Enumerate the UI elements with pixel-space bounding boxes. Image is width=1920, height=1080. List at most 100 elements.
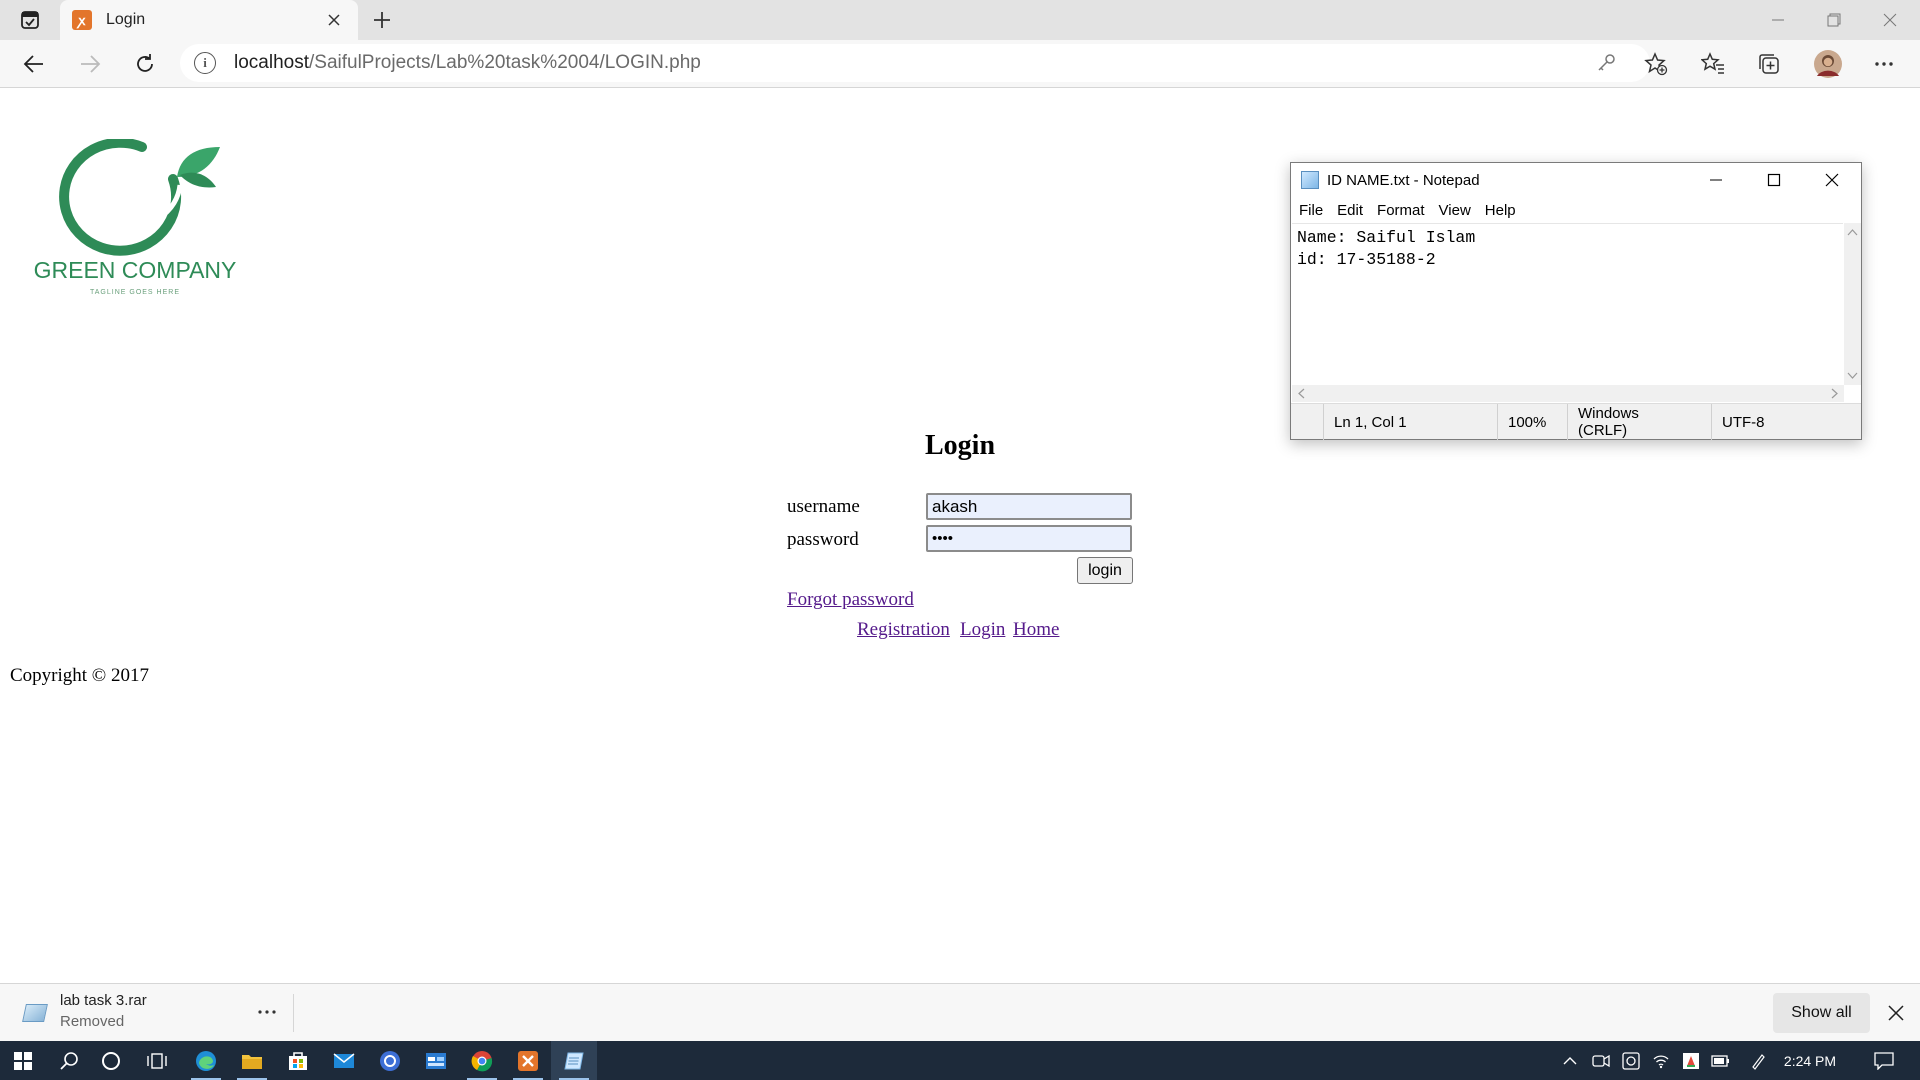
- add-favorite-button[interactable]: [1636, 46, 1676, 82]
- search-button[interactable]: [46, 1041, 92, 1080]
- menu-file[interactable]: File: [1299, 202, 1323, 219]
- key-icon[interactable]: [1596, 53, 1616, 77]
- close-icon: [1883, 13, 1897, 27]
- download-more-button[interactable]: [252, 998, 282, 1026]
- notepad-window: ID NAME.txt - Notepad File Edit Format V…: [1290, 162, 1862, 440]
- forward-arrow-icon: [81, 55, 101, 73]
- chevron-up-icon: [1563, 1056, 1577, 1064]
- restore-icon: [1827, 13, 1841, 27]
- xampp-icon: [518, 1050, 538, 1071]
- favorites-icon: [1701, 52, 1724, 74]
- text-line: Name: Saiful Islam: [1297, 228, 1476, 247]
- cortana-icon: [102, 1051, 120, 1070]
- minimize-button[interactable]: [1750, 0, 1806, 40]
- star-add-icon: [1644, 52, 1668, 76]
- notepad-text-area[interactable]: Name: Saiful Islam id: 17-35188-2: [1292, 223, 1843, 385]
- taskbar-app-circle[interactable]: [367, 1041, 413, 1080]
- url-text[interactable]: localhost/SaifulProjects/Lab%20task%2004…: [234, 52, 701, 74]
- new-tab-button[interactable]: [368, 6, 396, 34]
- notepad-minimize-button[interactable]: [1687, 163, 1745, 197]
- start-button[interactable]: [0, 1041, 46, 1080]
- username-label: username: [787, 496, 860, 517]
- tray-wifi-icon[interactable]: [1648, 1041, 1674, 1080]
- search-icon: [60, 1051, 78, 1070]
- tray-meet-now-icon[interactable]: [1588, 1041, 1614, 1080]
- back-button[interactable]: [14, 46, 54, 82]
- tab-close-icon[interactable]: [322, 8, 346, 32]
- taskbar-vscode-like-app[interactable]: [413, 1041, 459, 1080]
- notepad-maximize-button[interactable]: [1745, 163, 1803, 197]
- download-bar: lab task 3.rar Removed Show all: [0, 983, 1920, 1041]
- screen: ꭗ Login i localhost/SaifulProjects/Lab%2…: [0, 0, 1920, 1080]
- username-input[interactable]: akash: [926, 493, 1132, 520]
- tab-actions-button[interactable]: [12, 6, 48, 34]
- taskbar-store[interactable]: [275, 1041, 321, 1080]
- registration-link[interactable]: Registration: [857, 619, 950, 641]
- vertical-scrollbar[interactable]: [1844, 223, 1861, 385]
- menu-help[interactable]: Help: [1485, 202, 1516, 219]
- mail-icon: [333, 1052, 355, 1068]
- app-window-icon: [426, 1052, 446, 1069]
- home-link[interactable]: Home: [1013, 619, 1059, 641]
- forgot-password-link[interactable]: Forgot password: [787, 589, 914, 611]
- task-view-icon: [147, 1052, 167, 1069]
- restore-button[interactable]: [1806, 0, 1862, 40]
- browser-tab-login[interactable]: ꭗ Login: [60, 0, 358, 40]
- horizontal-scrollbar[interactable]: [1292, 385, 1844, 402]
- forward-button[interactable]: [70, 46, 110, 82]
- notepad-statusbar: Ln 1, Col 1 100% Windows (CRLF) UTF-8: [1291, 403, 1861, 440]
- taskbar-file-explorer[interactable]: [229, 1041, 275, 1080]
- show-all-downloads-button[interactable]: Show all: [1773, 993, 1870, 1033]
- taskbar-clock[interactable]: 2:24 PM: [1770, 1041, 1850, 1080]
- status-encoding: UTF-8: [1711, 404, 1861, 440]
- tray-overflow-button[interactable]: [1558, 1041, 1582, 1080]
- login-link[interactable]: Login: [960, 619, 1005, 641]
- menu-view[interactable]: View: [1439, 202, 1471, 219]
- address-bar[interactable]: i localhost/SaifulProjects/Lab%20task%20…: [180, 44, 1650, 82]
- tray-google-drive-icon[interactable]: [1678, 1041, 1704, 1080]
- tab-actions-icon: [21, 11, 39, 29]
- notifications-button[interactable]: [1864, 1041, 1904, 1080]
- collections-button[interactable]: [1749, 46, 1789, 82]
- close-download-bar-button[interactable]: [1880, 997, 1912, 1029]
- favorites-button[interactable]: [1693, 46, 1733, 82]
- password-input[interactable]: ••••: [926, 525, 1132, 552]
- url-host: localhost: [234, 52, 309, 73]
- text-line: id: 17-35188-2: [1297, 250, 1436, 269]
- maximize-icon: [1767, 173, 1781, 187]
- logo-company-name: GREEN COMPANY: [33, 257, 237, 283]
- tray-pen-icon[interactable]: [1748, 1041, 1768, 1080]
- windows-logo-icon: [14, 1051, 32, 1070]
- download-file-name[interactable]: lab task 3.rar: [60, 992, 147, 1009]
- app-icon: [380, 1050, 400, 1071]
- settings-more-button[interactable]: [1864, 46, 1904, 82]
- password-label: password: [787, 529, 859, 550]
- taskbar-mail[interactable]: [321, 1041, 367, 1080]
- store-bag-icon: [289, 1051, 307, 1070]
- status-line-ending: Windows (CRLF): [1567, 404, 1691, 440]
- tray-battery-icon[interactable]: [1708, 1041, 1734, 1080]
- profile-button[interactable]: [1808, 46, 1848, 82]
- logo-tagline: TAGLINE GOES HERE: [90, 289, 180, 296]
- refresh-button[interactable]: [125, 46, 165, 82]
- taskbar-xampp[interactable]: [505, 1041, 551, 1080]
- taskbar-edge[interactable]: [183, 1041, 229, 1080]
- url-path: /SaifulProjects/Lab%20task%2004/LOGIN.ph…: [309, 52, 701, 73]
- footer-copyright: Copyright © 2017: [10, 665, 149, 686]
- taskbar-notepad[interactable]: [551, 1041, 597, 1080]
- task-view-button[interactable]: [134, 1041, 180, 1080]
- notepad-close-button[interactable]: [1803, 163, 1861, 197]
- close-window-button[interactable]: [1862, 0, 1918, 40]
- close-icon: [1825, 173, 1839, 187]
- site-info-icon[interactable]: i: [194, 52, 216, 74]
- status-zoom: 100%: [1497, 404, 1567, 440]
- cortana-button[interactable]: [88, 1041, 134, 1080]
- login-button[interactable]: login: [1077, 557, 1133, 584]
- tray-app-icon[interactable]: [1618, 1041, 1644, 1080]
- taskbar-chrome[interactable]: [459, 1041, 505, 1080]
- menu-format[interactable]: Format: [1377, 202, 1425, 219]
- refresh-icon: [137, 54, 153, 72]
- close-icon: [1888, 1005, 1904, 1021]
- chrome-icon: [471, 1050, 493, 1071]
- menu-edit[interactable]: Edit: [1337, 202, 1363, 219]
